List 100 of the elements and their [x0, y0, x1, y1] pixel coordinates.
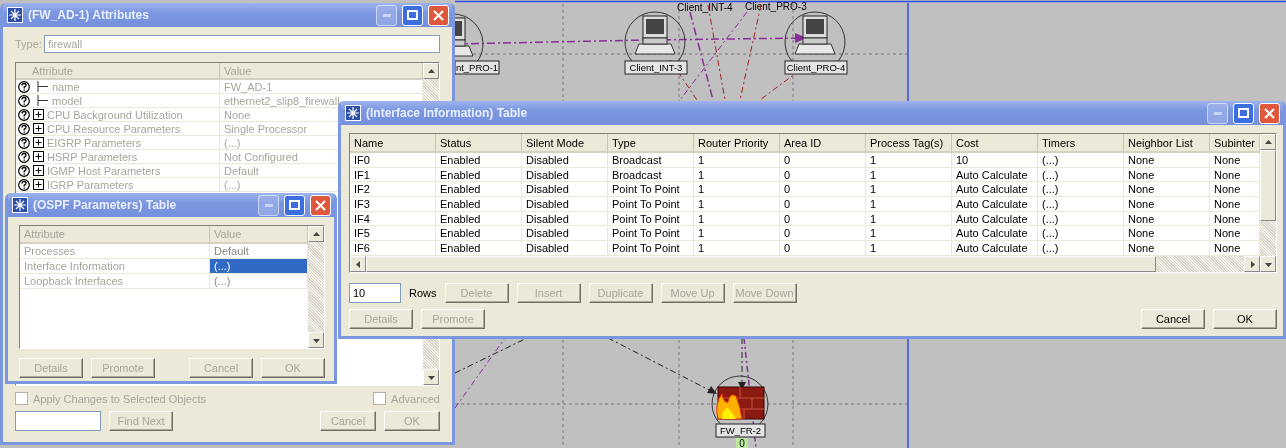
table-cell: IF3	[350, 197, 436, 212]
expand-icon[interactable]	[33, 137, 44, 148]
table-cell: Enabled	[436, 153, 522, 168]
attribute-name: model	[52, 94, 82, 107]
maximize-button[interactable]	[402, 4, 423, 26]
button[interactable]: OK	[1213, 309, 1277, 329]
table-cell[interactable]: (...)	[210, 274, 308, 289]
expand-icon[interactable]	[33, 179, 44, 190]
table-cell: 10	[952, 153, 1038, 168]
app-icon	[345, 105, 361, 121]
column-header[interactable]: Value	[220, 63, 423, 80]
table-cell: None	[1124, 226, 1210, 242]
table-cell: 1	[866, 226, 952, 242]
table-cell: None	[1124, 182, 1210, 198]
vertical-scrollbar[interactable]	[1260, 134, 1276, 272]
button[interactable]: Cancel	[1141, 309, 1205, 329]
attribute-name: CPU Background Utilization	[47, 108, 183, 121]
table-cell: Point To Point	[608, 197, 694, 212]
column-header[interactable]: Attribute	[16, 63, 220, 80]
down-arrow-icon	[1264, 260, 1272, 268]
close-button[interactable]	[310, 194, 331, 216]
column-header[interactable]: Router Priority	[694, 134, 780, 153]
rows-field[interactable]: 10	[349, 283, 401, 303]
expand-icon[interactable]	[33, 123, 44, 134]
checkbox-label: Advanced	[391, 392, 440, 405]
expand-icon[interactable]	[33, 151, 44, 162]
vertical-scrollbar[interactable]	[308, 226, 324, 348]
table-cell: Auto Calculate	[952, 241, 1038, 256]
column-header[interactable]: Attribute	[20, 226, 210, 244]
table-cell[interactable]: Default	[210, 244, 308, 259]
node-label: Client_INT-3	[624, 60, 688, 75]
expand-icon[interactable]	[33, 109, 44, 120]
maximize-button[interactable]	[1233, 102, 1254, 124]
type-field[interactable]: firewall	[43, 35, 440, 53]
column-header[interactable]: Name	[350, 134, 436, 153]
table-cell: IF0	[350, 153, 436, 168]
checkbox[interactable]	[15, 392, 28, 405]
computer-icon[interactable]	[624, 11, 686, 62]
column-header[interactable]: Neighbor List	[1124, 134, 1210, 153]
table-cell: 1	[694, 241, 780, 256]
table-cell: None	[1210, 153, 1260, 168]
maximize-button[interactable]	[284, 194, 305, 216]
table-cell: 1	[866, 197, 952, 212]
close-icon	[315, 199, 326, 211]
app-icon	[7, 7, 23, 23]
table-cell: Disabled	[522, 241, 608, 256]
down-arrow-icon	[427, 373, 435, 381]
computer-icon[interactable]	[784, 11, 846, 62]
search-field[interactable]	[15, 411, 101, 431]
table-cell: None	[1210, 197, 1260, 212]
node-label: Client_PRO-3	[745, 1, 807, 12]
table-cell: None	[1210, 241, 1260, 256]
table-cell: 0	[780, 197, 866, 212]
close-icon	[433, 9, 444, 21]
column-header[interactable]: Status	[436, 134, 522, 153]
close-button[interactable]	[1259, 102, 1280, 124]
table-cell: IF5	[350, 226, 436, 242]
table-cell: Enabled	[436, 182, 522, 198]
count-badge: 0	[736, 438, 748, 448]
table-cell: (...)	[1038, 182, 1124, 198]
column-header[interactable]: Subinter	[1210, 134, 1260, 153]
attribute-name: EIGRP Parameters	[47, 136, 141, 149]
scroll-thumb[interactable]	[1260, 150, 1276, 222]
table-cell: (...)	[1038, 241, 1124, 256]
table-cell: None	[1124, 241, 1210, 256]
attribute-name: IGMP Host Parameters	[47, 164, 161, 177]
table-cell[interactable]: (...)	[210, 259, 308, 274]
table-cell: 1	[694, 182, 780, 198]
table-cell: Enabled	[436, 226, 522, 242]
close-button[interactable]	[428, 4, 449, 26]
table-cell: None	[1124, 153, 1210, 168]
table-cell: None	[1210, 226, 1260, 242]
table-cell: Loopback Interfaces	[20, 274, 210, 289]
table-cell: FW_AD-1	[220, 80, 423, 94]
checkbox[interactable]	[373, 392, 387, 405]
node-label: Client_INT-4	[677, 2, 733, 13]
table-cell: Interface Information	[20, 259, 210, 274]
app-icon	[12, 197, 28, 213]
column-header[interactable]: Cost	[952, 134, 1038, 153]
maximize-icon	[407, 10, 418, 20]
firewall-icon[interactable]	[711, 375, 769, 425]
column-header[interactable]: Silent Mode	[522, 134, 608, 153]
column-header[interactable]: Type	[608, 134, 694, 153]
table-cell: 0	[780, 226, 866, 242]
table-cell: None	[1210, 182, 1260, 198]
minimize-icon	[382, 13, 391, 17]
table-cell: Disabled	[522, 197, 608, 212]
table-cell: 1	[694, 197, 780, 212]
table-cell: 1	[866, 153, 952, 168]
window-title: (OSPF Parameters) Table	[33, 198, 178, 212]
column-header[interactable]: Value	[210, 226, 308, 244]
column-header[interactable]: Process Tag(s)	[866, 134, 952, 153]
column-header[interactable]: Area ID	[780, 134, 866, 153]
column-header[interactable]: Timers	[1038, 134, 1124, 153]
expand-icon[interactable]	[33, 165, 44, 176]
table-cell: Disabled	[522, 226, 608, 242]
minimize-icon	[1213, 111, 1222, 115]
table-cell: 0	[780, 182, 866, 198]
table-cell: 1	[694, 226, 780, 242]
maximize-icon	[1238, 108, 1249, 118]
